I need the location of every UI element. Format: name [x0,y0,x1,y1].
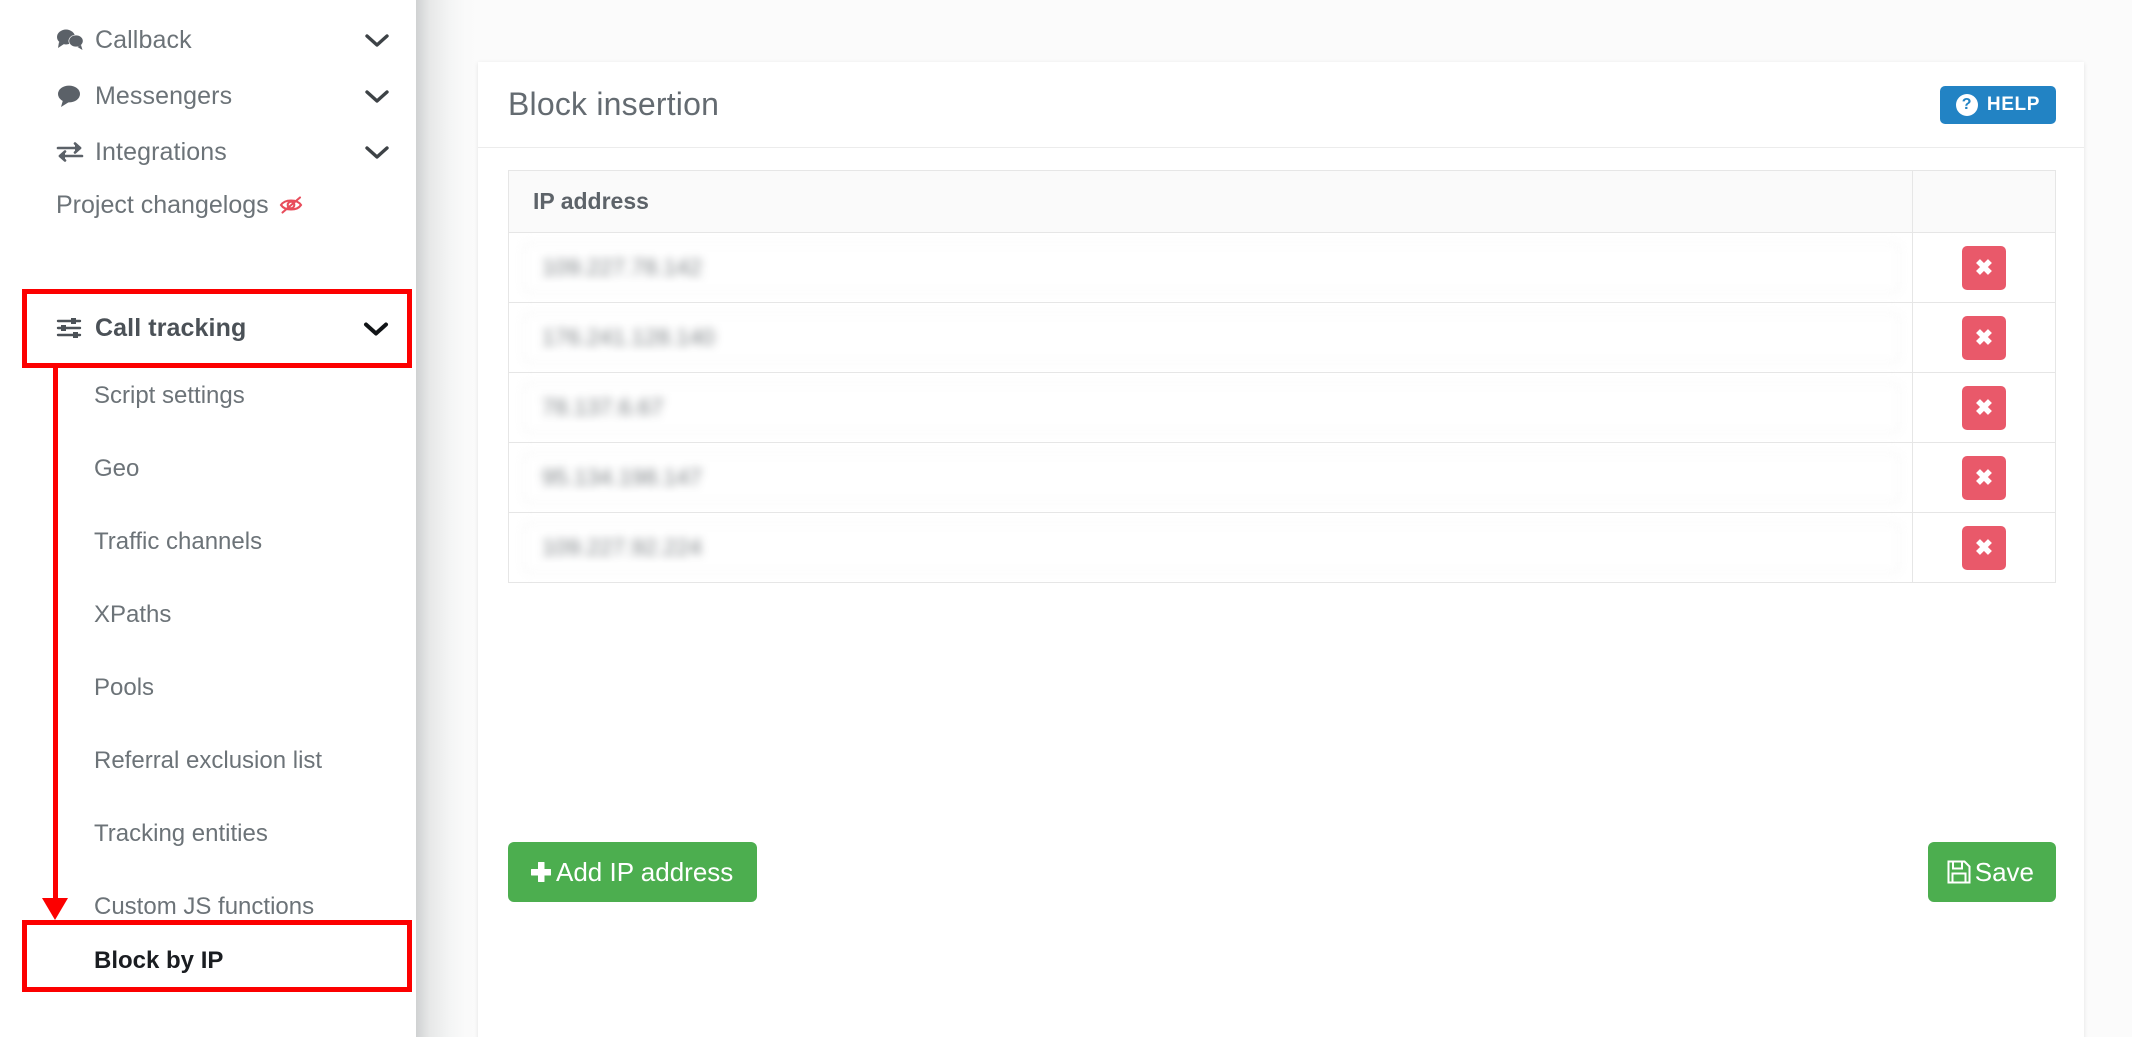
sidebar-subitem-label: Script settings [94,382,245,409]
table-row: ✖ [509,443,2055,513]
table-row: ✖ [509,233,2055,303]
ip-address-cell [509,443,1912,512]
sidebar-item-label: Messengers [95,81,233,110]
ip-address-input[interactable] [523,382,1900,433]
close-x-icon: ✖ [1974,534,1994,560]
sidebar-item-script-settings[interactable]: Script settings [0,373,416,419]
column-header-actions [1912,171,2055,232]
ip-address-cell [509,513,1912,582]
sidebar-subitem-label: Block by IP [94,947,224,974]
sidebar-item-block-by-ip[interactable]: Block by IP [0,938,416,984]
sidebar-item-custom-js-functions[interactable]: Custom JS functions [0,884,416,930]
sidebar-subitem-label: Geo [94,455,140,482]
add-ip-address-button[interactable]: Add IP address [508,842,758,902]
sidebar-subitem-label: Traffic channels [94,528,263,555]
sidebar-item-referral-exclusion-list[interactable]: Referral exclusion list [0,738,416,784]
page-title: Block insertion [508,86,720,122]
column-header-ip-address: IP address [533,188,649,214]
sidebar-item-call-tracking[interactable]: Call tracking [0,293,416,363]
sidebar-item-project-changelogs[interactable]: Project changelogs [0,180,416,230]
close-x-icon: ✖ [1974,464,1994,490]
block-insertion-card: Block insertion ? HELP IP address 109.22… [478,62,2084,1037]
main-content: Block insertion ? HELP IP address 109.22… [478,0,2132,1037]
sidebar-subitem-label: Tracking entities [94,820,268,847]
app-root: Callback Messengers Integrations Project… [0,0,2132,1037]
question-circle-icon: ? [1955,93,1978,116]
table-header-row: IP address [509,171,2055,233]
sidebar-item-pools[interactable]: Pools [0,665,416,711]
save-button[interactable]: Save [1927,842,2056,902]
ip-address-input[interactable] [523,452,1900,503]
ip-address-input[interactable] [523,312,1900,363]
sidebar-item-messengers[interactable]: Messengers [0,68,416,124]
close-x-icon: ✖ [1974,254,1994,280]
plus-icon [528,859,554,885]
sidebar-item-integrations[interactable]: Integrations [0,124,416,180]
sidebar-item-label: Callback [95,25,192,54]
sidebar: Callback Messengers Integrations Project… [0,0,416,1037]
row-actions-cell: ✖ [1912,513,2055,582]
sidebar-scroll-shadow [416,0,478,1037]
close-x-icon: ✖ [1974,324,1994,350]
delete-row-button[interactable]: ✖ [1962,385,2006,430]
sidebar-item-tracking-entities[interactable]: Tracking entities [0,811,416,857]
chevron-down-icon[interactable] [364,144,390,160]
card-footer: Add IP address Save [508,842,2056,902]
sidebar-subitem-label: Referral exclusion list [94,747,323,774]
delete-row-button[interactable]: ✖ [1962,315,2006,360]
chevron-down-icon[interactable] [364,88,390,104]
ip-address-cell [509,373,1912,442]
sidebar-subitem-label: Custom JS functions [94,893,315,920]
help-button[interactable]: ? HELP [1939,85,2056,124]
ip-address-table: IP address ✖ [508,170,2056,583]
save-button-label: Save [1974,856,2034,887]
table-row: ✖ [509,303,2055,373]
sliders-icon [56,315,86,341]
card-body: IP address ✖ [478,148,2084,583]
sidebar-subitem-label: XPaths [94,601,172,628]
sidebar-item-callback[interactable]: Callback [0,12,416,68]
help-button-label: HELP [1986,93,2040,115]
sidebar-item-geo[interactable]: Geo [0,446,416,492]
sidebar-item-traffic-channels[interactable]: Traffic channels [0,519,416,565]
delete-row-button[interactable]: ✖ [1962,525,2006,570]
chevron-down-icon[interactable] [362,320,390,337]
callback-bubbles-icon [56,27,86,53]
ip-address-cell [509,303,1912,372]
messenger-bubble-icon [56,83,86,109]
eye-slash-icon [279,195,305,215]
sidebar-item-label: Call tracking [95,313,247,342]
chevron-down-icon[interactable] [364,32,390,48]
floppy-disk-icon [1946,859,1972,885]
sidebar-item-xpaths[interactable]: XPaths [0,592,416,638]
add-ip-address-label: Add IP address [556,856,734,887]
table-row: ✖ [509,373,2055,443]
exchange-arrows-icon [56,139,86,165]
sidebar-subitem-label: Pools [94,674,155,701]
card-header: Block insertion ? HELP [478,62,2084,148]
sidebar-item-label: Integrations [95,137,227,166]
delete-row-button[interactable]: ✖ [1962,455,2006,500]
row-actions-cell: ✖ [1912,303,2055,372]
sidebar-item-label: Project changelogs [56,190,269,219]
close-x-icon: ✖ [1974,394,1994,420]
table-row: ✖ [509,513,2055,583]
row-actions-cell: ✖ [1912,233,2055,302]
row-actions-cell: ✖ [1912,373,2055,442]
row-actions-cell: ✖ [1912,443,2055,512]
ip-address-input[interactable] [523,522,1900,573]
ip-address-input[interactable] [523,242,1900,293]
ip-address-cell [509,233,1912,302]
delete-row-button[interactable]: ✖ [1962,245,2006,290]
